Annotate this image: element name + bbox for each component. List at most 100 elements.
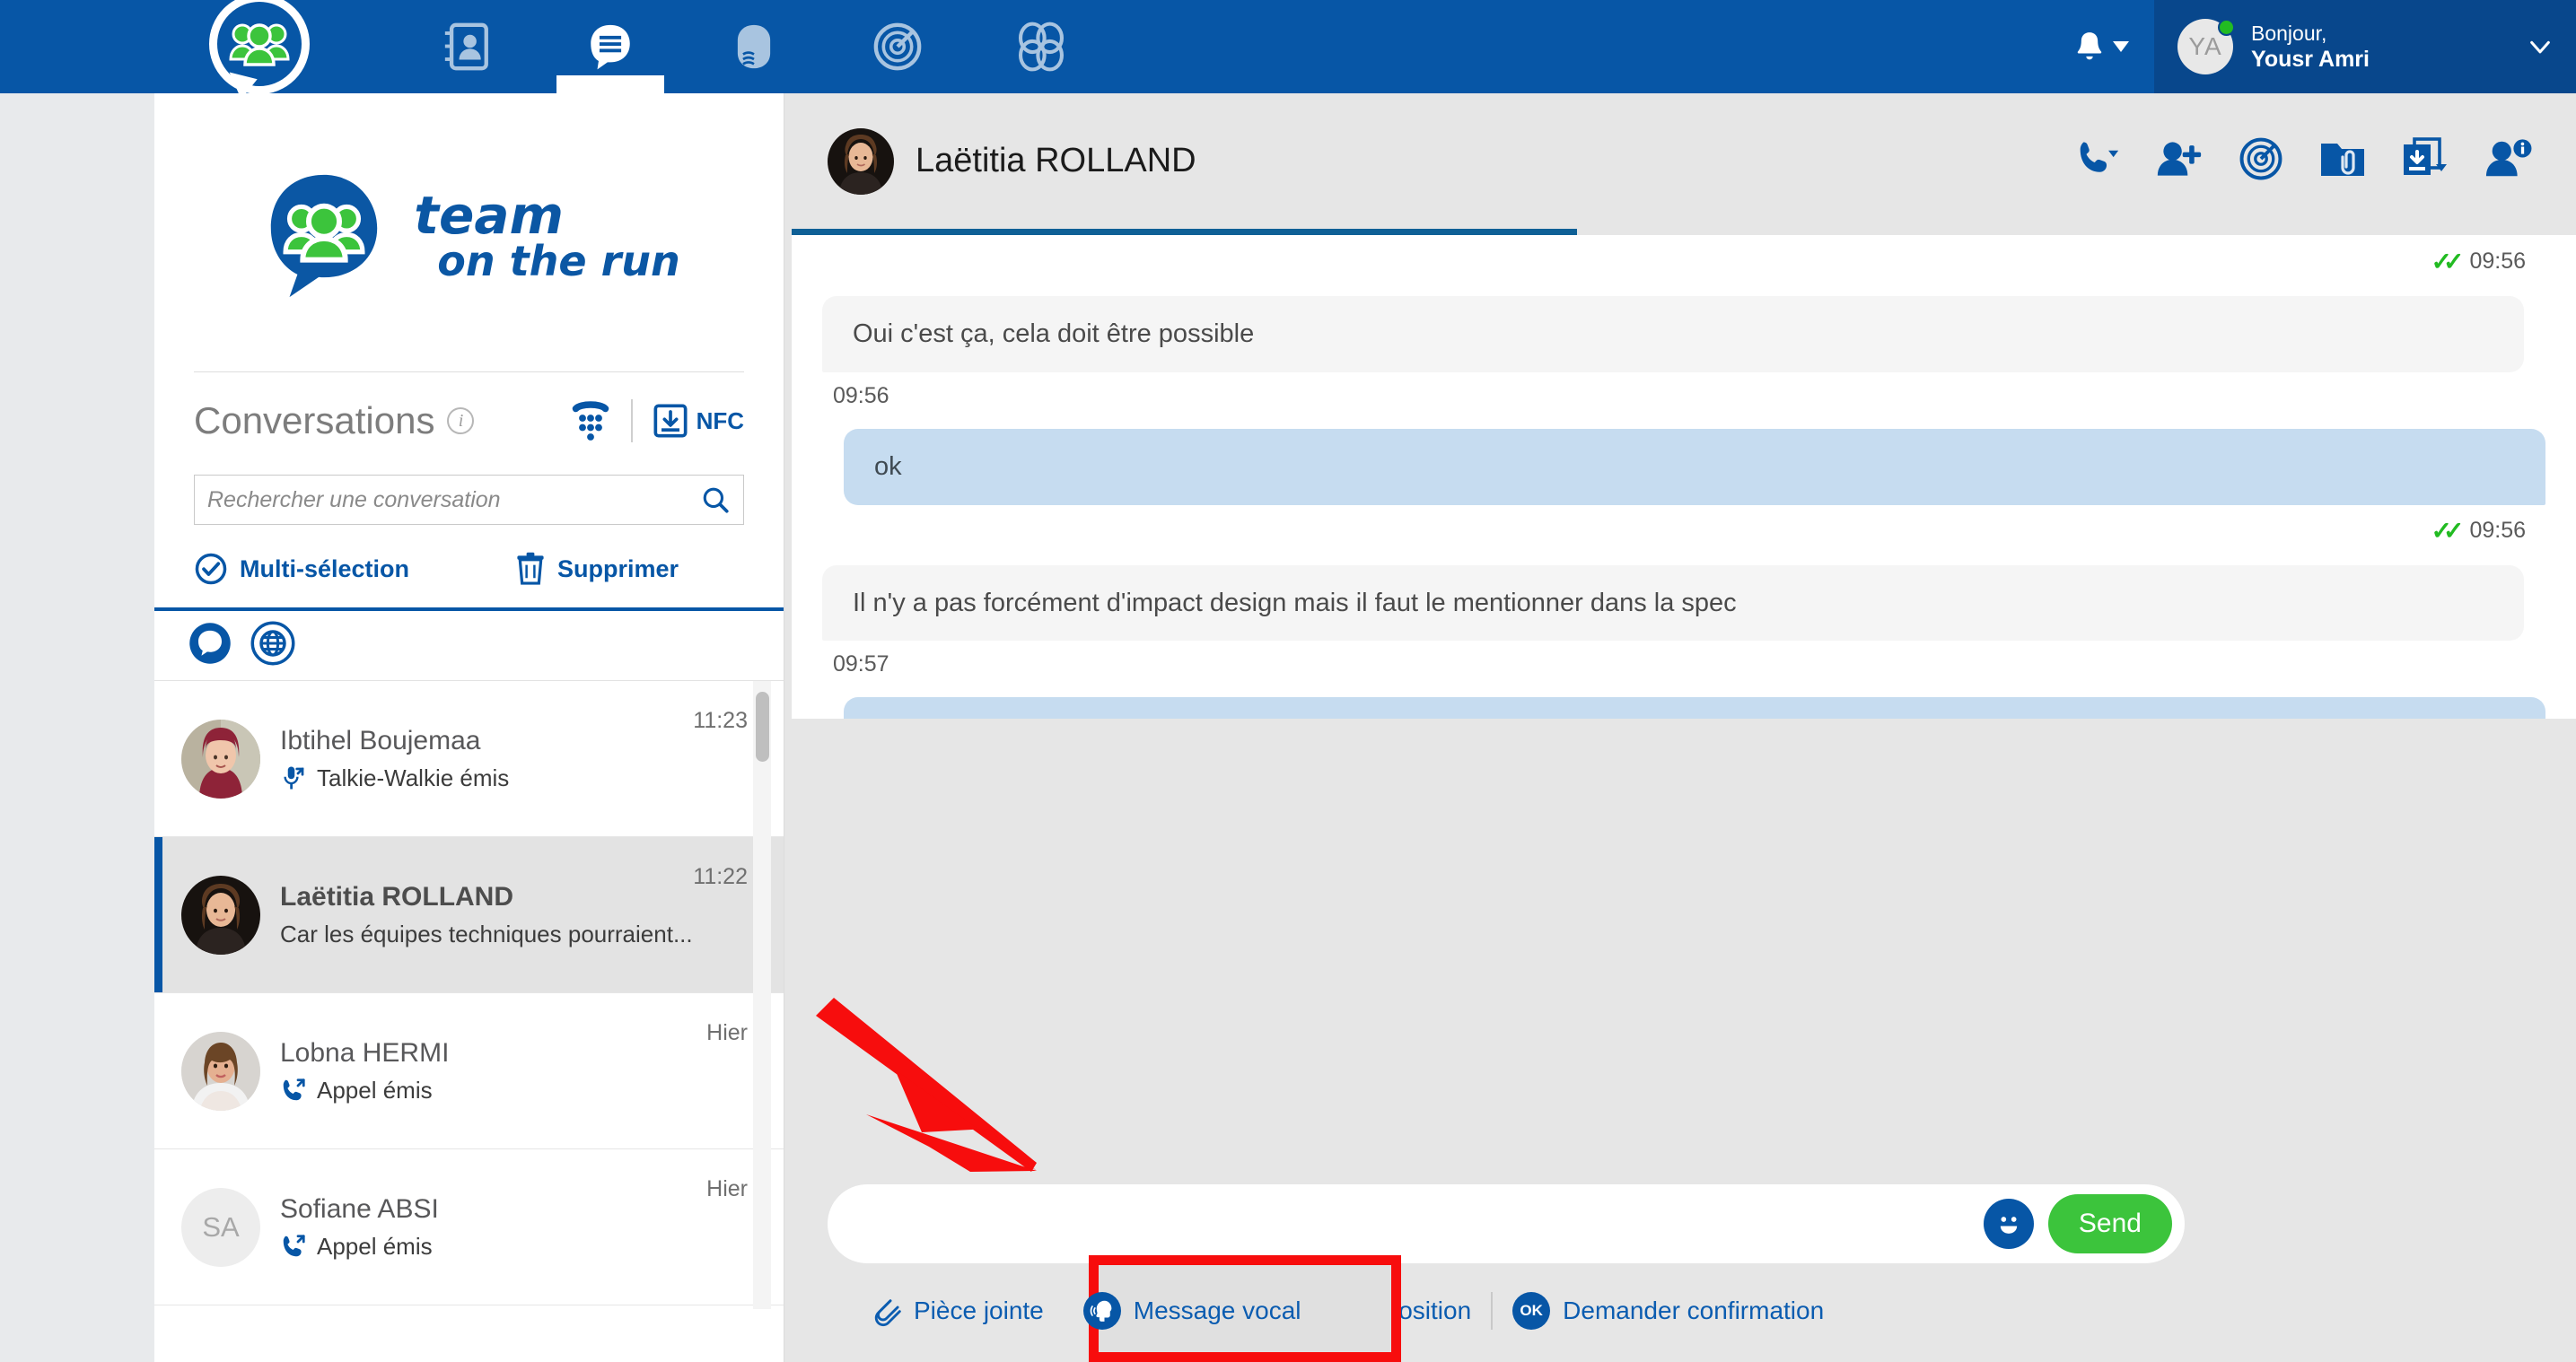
sidebar-actions: Multi-sélection Supprimer: [154, 525, 784, 607]
filter-chat[interactable]: [187, 620, 233, 671]
delete-label: Supprimer: [557, 554, 679, 582]
contact-photo: [181, 1031, 260, 1111]
ok-badge-icon: OK: [1512, 1292, 1551, 1330]
search-icon[interactable]: [700, 485, 731, 515]
conversation-time: 11:22: [693, 864, 748, 889]
app-logo-badge[interactable]: [176, 0, 342, 97]
conversation-list-scrollbar[interactable]: [753, 681, 771, 1309]
chat-panel: Laëtitia ROLLAND ✓✓ 09:56 Oui c'est ça, …: [784, 93, 2576, 1362]
voice-message-label: Message vocal: [1133, 1297, 1301, 1324]
phone-outgoing-icon: [283, 1078, 305, 1101]
bell-icon: [2077, 32, 2102, 60]
nav-item-applications[interactable]: [969, 0, 1113, 93]
topnav-right-area: YA Bonjour, Yousr Amri: [2046, 0, 2576, 93]
contact-photo: [181, 875, 260, 955]
message-bubble[interactable]: ok: [844, 697, 2545, 719]
download-archive-button[interactable]: [2402, 137, 2449, 185]
search-box[interactable]: [194, 475, 744, 525]
mic-outgoing-icon: [284, 766, 304, 790]
address-book-icon: [444, 22, 488, 71]
conversation-item[interactable]: Ibtihel Boujemaa Talkie-Walkie émis 11:2…: [154, 681, 784, 837]
brand-logo: team on the run: [154, 93, 784, 371]
conversation-preview: Car les équipes techniques pourraient...: [280, 921, 751, 948]
search-input[interactable]: [207, 486, 700, 513]
user-info-icon: [2485, 139, 2532, 177]
nfc-label: NFC: [696, 406, 744, 434]
conversation-name: Ibtihel Boujemaa: [280, 725, 481, 755]
avatar: [181, 875, 260, 955]
conversation-name: Sofiane ABSI: [280, 1193, 439, 1224]
top-navigation-bar: YA Bonjour, Yousr Amri: [0, 0, 2576, 94]
conversation-time: Hier: [706, 1176, 748, 1201]
apps-grid-icon: [1018, 22, 1065, 72]
send-button[interactable]: Send: [2047, 1194, 2172, 1253]
brand-line-1: team: [414, 185, 564, 247]
user-plus-icon: [2157, 142, 2202, 176]
avatar: [828, 127, 894, 195]
notifications-button[interactable]: [2046, 0, 2154, 93]
message-list[interactable]: ✓✓ 09:56 Oui c'est ça, cela doit être po…: [792, 229, 2576, 719]
call-button[interactable]: [2077, 137, 2120, 185]
nav-item-contacts[interactable]: [395, 0, 539, 93]
conversation-item[interactable]: Lobna HERMI Appel émis Hier: [154, 993, 784, 1149]
brand-line-2: on the run: [437, 236, 680, 285]
message-input[interactable]: [860, 1209, 1984, 1238]
conversation-name: Lobna HERMI: [280, 1037, 450, 1068]
paperclip-icon: [874, 1299, 901, 1327]
delete-button[interactable]: Supprimer: [515, 552, 679, 586]
message-input-wrapper[interactable]: Send: [828, 1184, 2185, 1263]
chevron-down-icon[interactable]: [2528, 34, 2553, 59]
avatar-initials: YA: [2188, 32, 2222, 60]
composer-tools: Pièce jointe Message vocal Position OK D…: [828, 1281, 1844, 1340]
chat-header-actions: [2077, 136, 2533, 186]
conversation-list[interactable]: Ibtihel Boujemaa Talkie-Walkie émis 11:2…: [154, 681, 784, 1309]
user-name: Yousr Amri: [2251, 46, 2370, 72]
position-tool[interactable]: Position: [1323, 1281, 1492, 1340]
folder-clip-icon: [2321, 144, 2364, 176]
conversation-name: Laëtitia ROLLAND: [280, 881, 514, 912]
message-bubble[interactable]: Il n'y a pas forcément d'impact design m…: [822, 564, 2524, 642]
chat-bubble-icon: [189, 623, 231, 664]
conversation-item[interactable]: Laëtitia ROLLAND Car les équipes techniq…: [154, 837, 784, 993]
locate-button[interactable]: [2239, 136, 2283, 186]
message-bubble[interactable]: Oui c'est ça, cela doit être possible: [822, 296, 2524, 372]
nfc-button[interactable]: NFC: [653, 403, 744, 439]
nfc-download-icon: [653, 404, 688, 438]
voice-message-tool[interactable]: Message vocal: [1064, 1281, 1321, 1340]
download-dropdown-icon: [2404, 137, 2447, 175]
scrollbar-thumb[interactable]: [756, 692, 769, 762]
attachment-tool[interactable]: Pièce jointe: [828, 1281, 1064, 1340]
main-nav-icons: [395, 0, 1113, 93]
greeting-text: Bonjour,: [2251, 21, 2327, 45]
contact-info-button[interactable]: [2484, 137, 2533, 185]
left-rail: [0, 93, 154, 1362]
preview-text: Car les équipes techniques pourraient...: [280, 920, 693, 947]
emoji-button[interactable]: [1983, 1199, 2034, 1249]
team-on-the-run-logo-icon: [271, 174, 378, 298]
message-row: ok ✓✓ 09:57: [792, 697, 2576, 719]
smiley-icon: [2000, 1217, 2018, 1234]
radar-target-icon: [2239, 137, 2282, 180]
add-participant-button[interactable]: [2156, 137, 2203, 185]
message-time: 09:56: [2469, 517, 2526, 543]
phone-outgoing-icon: [283, 1235, 305, 1257]
attachments-button[interactable]: [2319, 138, 2366, 184]
chat-header: Laëtitia ROLLAND: [784, 93, 2576, 229]
conversation-item[interactable]: SA Sofiane ABSI Appel émis Hier: [154, 1149, 784, 1305]
user-menu[interactable]: YA Bonjour, Yousr Amri: [2154, 0, 2576, 93]
message-bubble[interactable]: ok: [844, 428, 2545, 505]
speaking-face-icon: [1090, 1300, 1112, 1322]
request-confirmation-tool[interactable]: OK Demander confirmation: [1493, 1281, 1844, 1340]
conversation-filters: [154, 607, 784, 681]
message-row: Il n'y a pas forcément d'impact design m…: [792, 564, 2576, 698]
message-time: 09:56: [2469, 249, 2526, 274]
nav-item-walkie-talkie[interactable]: [682, 0, 826, 93]
filter-network[interactable]: [250, 620, 296, 671]
avatar: [181, 1031, 260, 1111]
nav-item-messages[interactable]: [539, 0, 682, 93]
nav-item-geolocation[interactable]: [826, 0, 969, 93]
dialpad-button[interactable]: [570, 397, 611, 445]
multi-select-button[interactable]: Multi-sélection: [194, 552, 409, 586]
people-group-icon: [228, 23, 290, 66]
info-icon[interactable]: i: [447, 407, 475, 434]
